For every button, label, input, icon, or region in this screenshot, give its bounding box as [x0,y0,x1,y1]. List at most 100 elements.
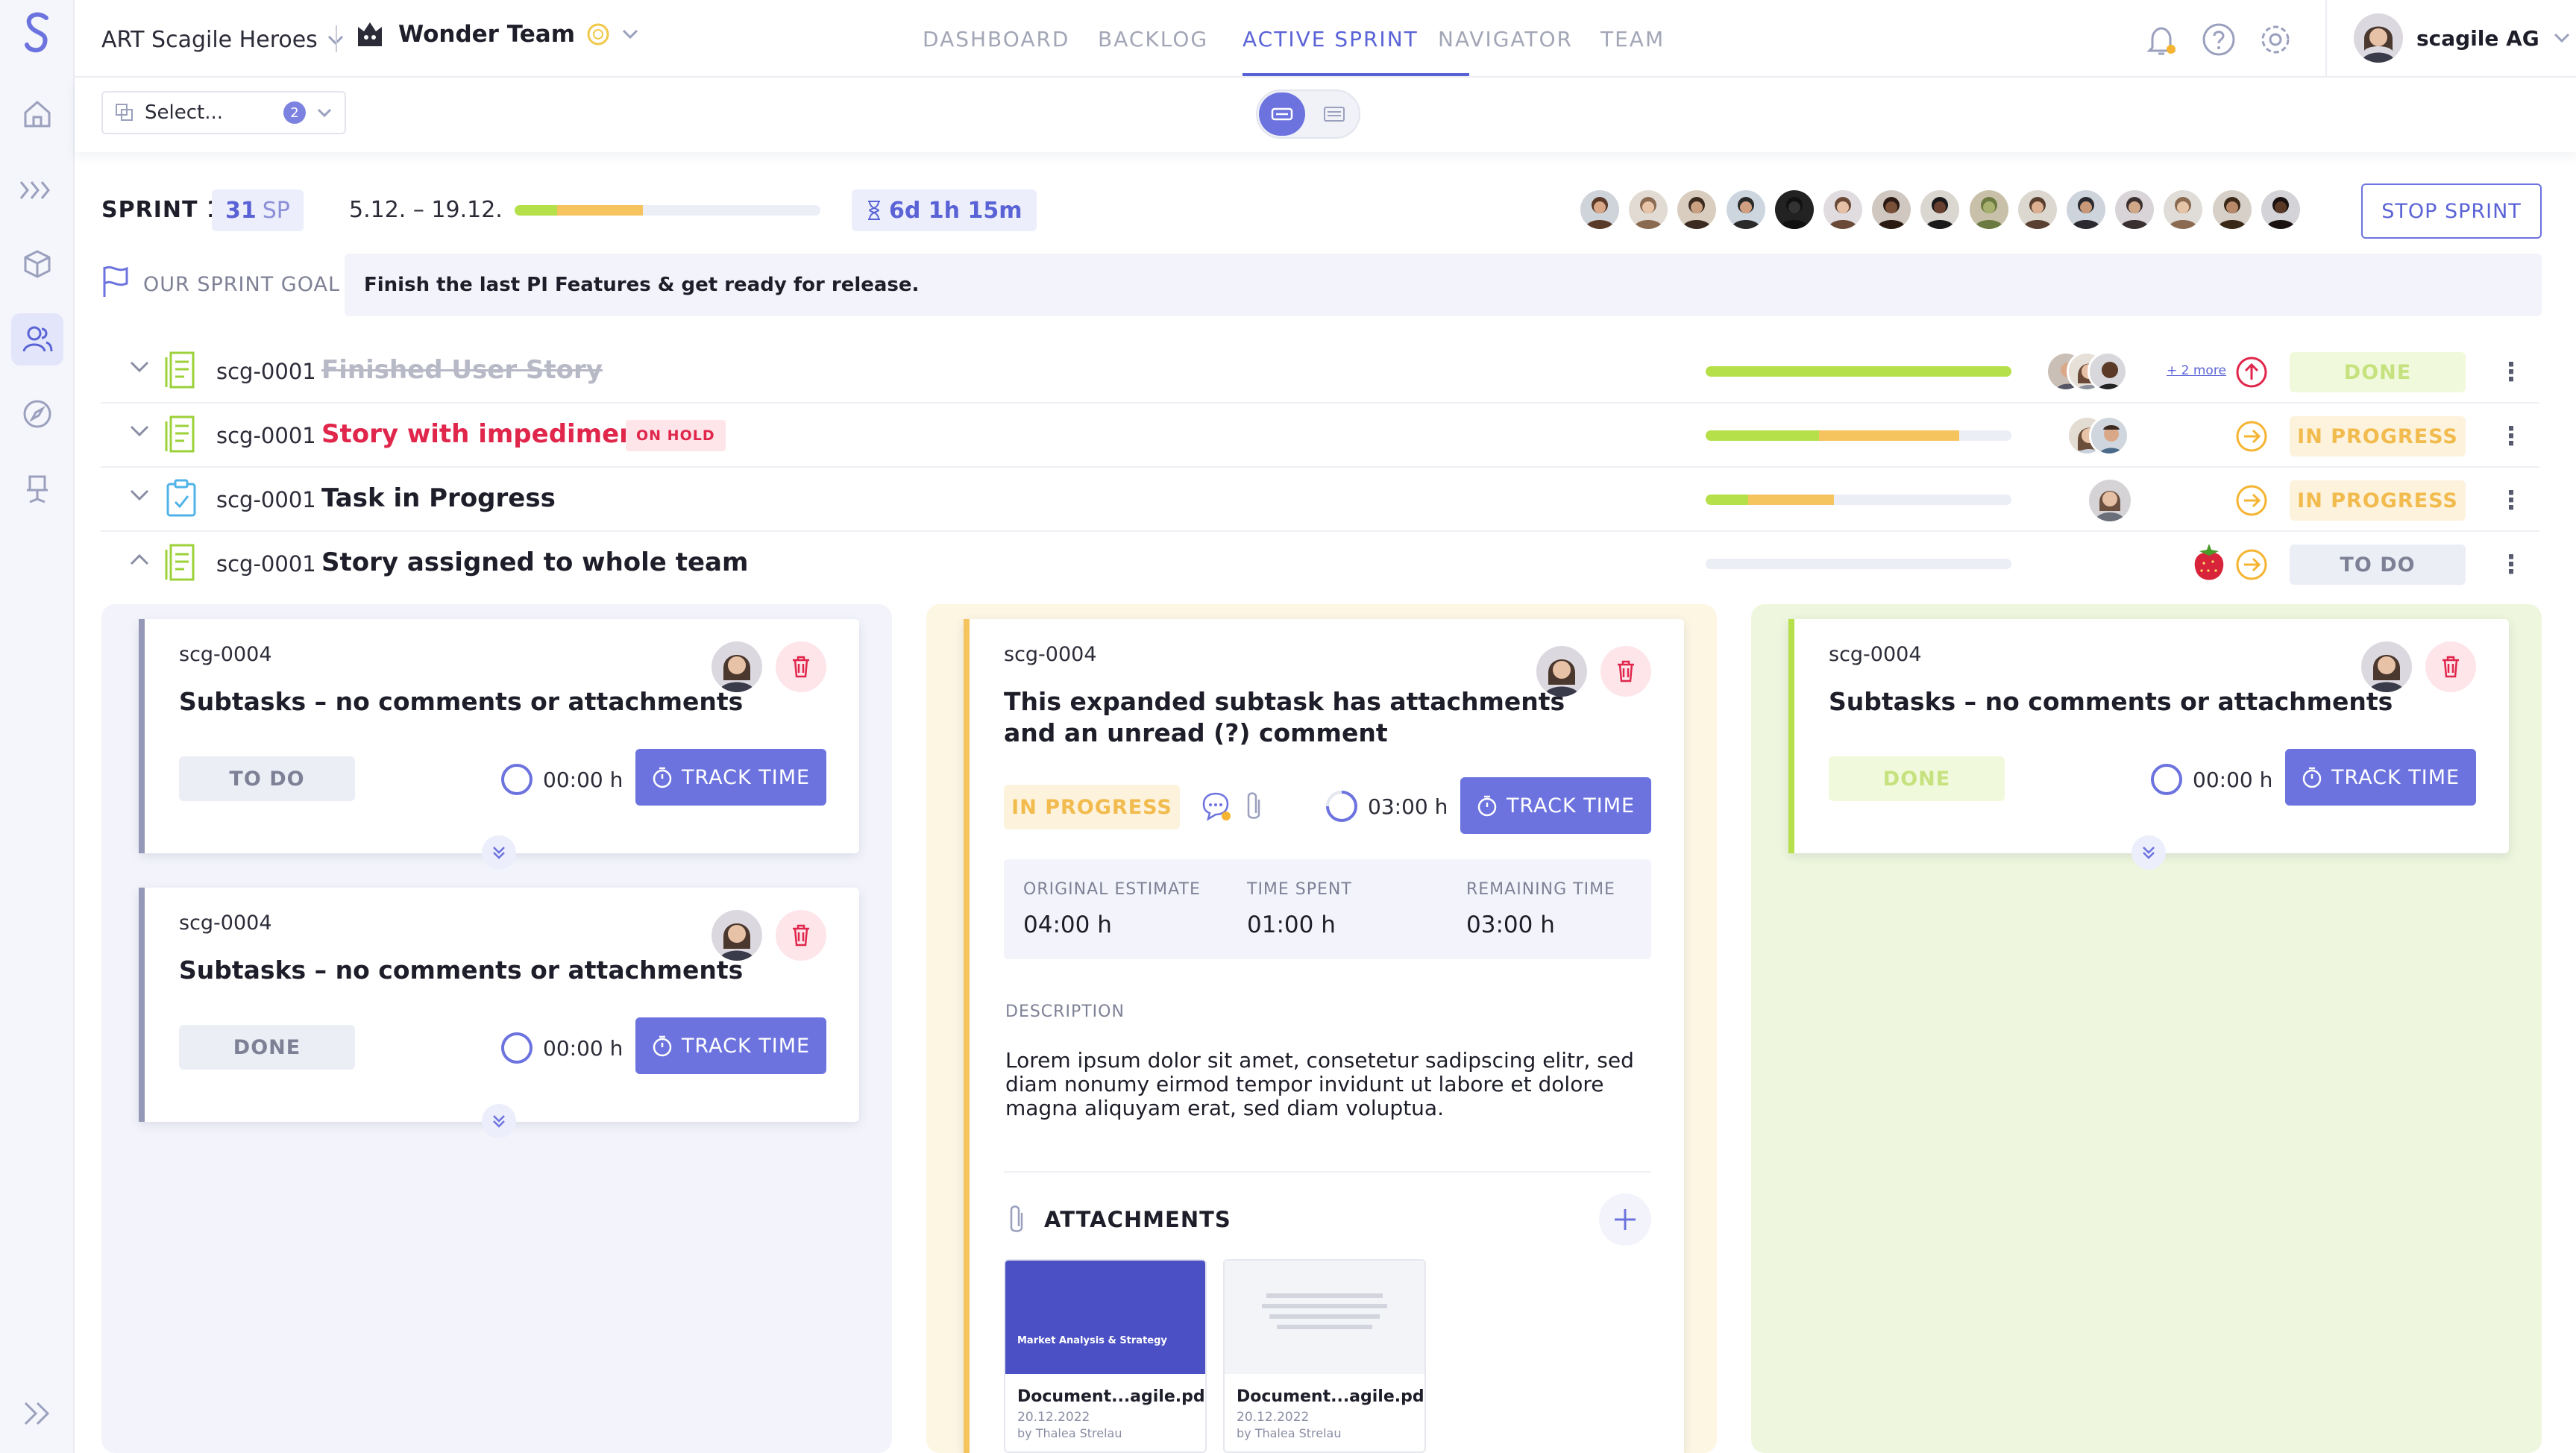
description-text[interactable]: Lorem ipsum dolor sit amet, consetetur s… [1005,1049,1639,1120]
track-time-button[interactable]: TRACK TIME [1460,777,1651,834]
attachment-name: Document...agile.pdf [1017,1387,1207,1406]
subtask-title[interactable]: Subtasks – no comments or attachments [179,955,743,986]
backlog-icon[interactable] [19,172,56,209]
story-row[interactable]: scg-0001 Story assigned to whole team TO… [101,532,2539,596]
stop-sprint-button[interactable]: STOP SPRINT [2361,183,2542,239]
more-menu-icon[interactable]: ⋮ [2498,550,2524,580]
team-member-avatar[interactable] [2015,188,2059,231]
sprint-goal-text[interactable]: Finish the last PI Features & get ready … [345,254,2542,316]
subtask-status[interactable]: DONE [179,1025,355,1070]
tab-team[interactable]: TEAM [1600,27,1665,51]
compact-view-button[interactable] [1259,92,1305,136]
chevron-down-icon[interactable] [129,424,150,438]
detail-view-button[interactable] [1311,92,1357,136]
attachment-icon[interactable] [1241,789,1266,823]
subtask-card[interactable]: scg-0004 Subtasks – no comments or attac… [139,619,859,853]
story-row[interactable]: scg-0001 Finished User Story + 2 more DO… [101,339,2539,404]
task-title[interactable]: Task in Progress [321,483,556,513]
story-title[interactable]: Story with impediment [321,419,650,449]
more-menu-icon[interactable]: ⋮ [2498,421,2524,451]
help-icon[interactable] [2202,22,2236,57]
scagile-logo[interactable] [19,12,56,53]
attachment-card[interactable]: Market Analysis & Strategy Document...ag… [1004,1259,1207,1453]
expand-card-icon[interactable] [482,1104,516,1138]
team-member-avatar[interactable] [2161,188,2205,231]
strawberry-icon[interactable] [2189,542,2229,586]
subtask-card[interactable]: scg-0004 Subtasks – no comments or attac… [139,888,859,1122]
team-member-avatar[interactable] [1578,188,1621,231]
filter-select[interactable]: Select... 2 [101,91,346,134]
team-member-avatar[interactable] [1918,188,1962,231]
team-member-avatar[interactable] [2258,188,2302,231]
subtask-card[interactable]: scg-0004 Subtasks – no comments or attac… [1788,619,2509,853]
expand-card-icon[interactable] [482,835,516,870]
delete-icon[interactable] [1600,646,1651,697]
home-icon[interactable] [19,95,56,133]
tab-navigator[interactable]: NAVIGATOR [1438,27,1573,51]
team-icon[interactable] [11,313,63,365]
attachment-date: 20.12.2022 [1237,1410,1310,1425]
team-selector[interactable]: Wonder Team [352,16,639,52]
tab-backlog[interactable]: BACKLOG [1098,27,1208,51]
team-member-avatar[interactable] [2064,188,2108,231]
subtask-title-line2[interactable]: and an unread (?) comment [1004,718,1388,749]
chevron-down-icon[interactable] [129,360,150,374]
tab-dashboard[interactable]: DASHBOARD [923,27,1069,51]
story-row[interactable]: scg-0001 Task in Progress IN PROGRESS ⋮ [101,468,2539,532]
subtask-status[interactable]: IN PROGRESS [1004,785,1180,829]
subtask-title-line1[interactable]: This expanded subtask has attachments [1004,686,1565,718]
chevron-down-icon[interactable] [129,489,150,502]
chair-icon[interactable] [19,470,56,507]
tab-active-sprint[interactable]: ACTIVE SPRINT [1243,27,1419,51]
subtask-card-expanded[interactable]: scg-0004 This expanded subtask has attac… [964,619,1684,1453]
status-badge[interactable]: IN PROGRESS [2290,416,2466,456]
expand-sidebar-icon[interactable] [19,1395,56,1432]
team-member-avatar[interactable] [1627,188,1671,231]
attachment-card[interactable]: Document...agile.pdf 20.12.2022 by Thale… [1223,1259,1426,1453]
subtask-title[interactable]: Subtasks – no comments or attachments [1829,686,2393,718]
status-badge[interactable]: DONE [2290,352,2466,392]
delete-icon[interactable] [776,641,826,692]
avatar[interactable] [711,910,762,961]
story-title[interactable]: Finished User Story [321,355,603,385]
avatar[interactable] [2089,480,2131,521]
team-group-selector[interactable]: ART Scagile Heroes [101,27,345,53]
comment-unread-icon[interactable] [1199,789,1234,823]
status-badge[interactable]: IN PROGRESS [2290,480,2466,521]
assignee-avatars[interactable] [2046,348,2143,395]
more-assignees-link[interactable]: + 2 more [2167,363,2226,378]
user-menu[interactable]: scagile AG [2354,13,2571,63]
subtask-status[interactable]: DONE [1829,756,2005,801]
team-member-avatar[interactable] [1772,188,1816,231]
team-member-avatar[interactable] [1870,188,1914,231]
status-badge[interactable]: TO DO [2290,545,2466,585]
more-menu-icon[interactable]: ⋮ [2498,357,2524,387]
avatar[interactable] [1536,646,1587,697]
story-title[interactable]: Story assigned to whole team [321,547,748,577]
add-attachment-button[interactable] [1599,1193,1651,1246]
chevron-up-icon[interactable] [129,553,150,566]
team-member-avatar[interactable] [1724,188,1768,231]
track-time-button[interactable]: TRACK TIME [635,749,826,806]
track-time-button[interactable]: TRACK TIME [635,1017,826,1074]
assignee-avatars[interactable] [2067,412,2141,459]
delete-icon[interactable] [2425,641,2476,692]
story-row[interactable]: scg-0001 Story with impediment ON HOLD I… [101,404,2539,468]
gear-icon[interactable] [2258,22,2293,57]
avatar[interactable] [2361,641,2412,692]
expand-card-icon[interactable] [2132,835,2166,870]
package-icon[interactable] [19,245,56,282]
team-member-avatar[interactable] [2113,188,2157,231]
team-member-avatar[interactable] [1821,188,1865,231]
team-member-avatar[interactable] [1967,188,2011,231]
track-time-button[interactable]: TRACK TIME [2285,749,2476,806]
compass-icon[interactable] [19,395,56,433]
delete-icon[interactable] [776,910,826,961]
subtask-title[interactable]: Subtasks – no comments or attachments [179,686,743,718]
team-member-avatar[interactable] [2210,188,2254,231]
bell-icon[interactable] [2145,22,2178,58]
avatar[interactable] [711,641,762,692]
more-menu-icon[interactable]: ⋮ [2498,486,2524,515]
team-member-avatar[interactable] [1675,188,1719,231]
subtask-status[interactable]: TO DO [179,756,355,801]
